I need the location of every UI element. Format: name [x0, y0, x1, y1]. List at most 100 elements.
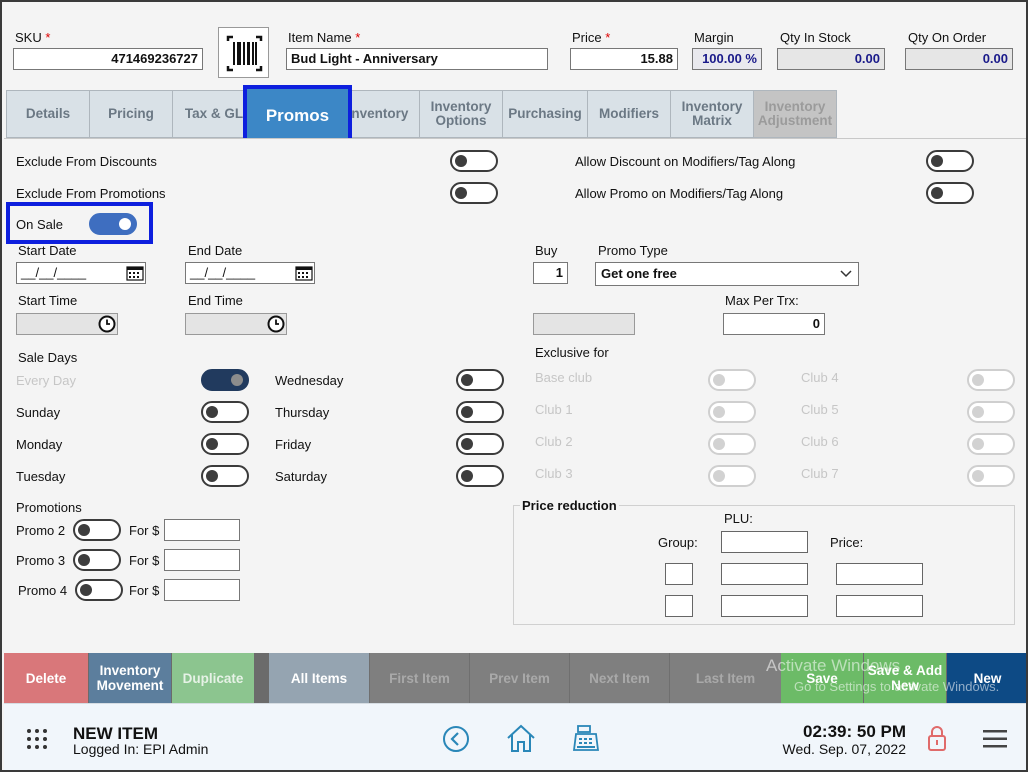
wednesday-toggle[interactable] [456, 369, 504, 391]
duplicate-button[interactable]: Duplicate [172, 653, 254, 703]
exclude-discounts-label: Exclude From Discounts [16, 154, 157, 169]
tab-inventory-matrix[interactable]: Inventory Matrix [670, 90, 754, 138]
price-input-2[interactable] [836, 595, 923, 617]
tab-pricing[interactable]: Pricing [89, 90, 173, 138]
tab-inventory-options[interactable]: Inventory Options [419, 90, 503, 138]
promo-2-toggle[interactable] [73, 519, 121, 541]
monday-label: Monday [16, 437, 63, 452]
promo-3-toggle[interactable] [73, 549, 121, 571]
activate-windows-watermark: Activate Windows [766, 656, 901, 675]
promo-2-label: Promo 2 [16, 523, 66, 538]
club-2-label: Club 2 [535, 434, 573, 449]
exclude-promotions-label: Exclude From Promotions [16, 186, 166, 201]
club-1-toggle[interactable] [708, 401, 756, 423]
tuesday-toggle[interactable] [201, 465, 249, 487]
saturday-label: Saturday [275, 469, 328, 484]
price-input[interactable]: 15.88 [570, 48, 678, 70]
inventory-movement-button[interactable]: Inventory Movement [89, 653, 171, 703]
first-item-button[interactable]: First Item [369, 653, 469, 703]
promo-4-toggle[interactable] [75, 579, 123, 601]
exclude-discounts-toggle[interactable] [450, 150, 498, 172]
home-icon[interactable] [505, 723, 537, 753]
start-date-label: Start Date [18, 243, 77, 258]
promo-4-for-label: For $ [129, 583, 160, 598]
thursday-toggle[interactable] [456, 401, 504, 423]
promo-3-price-input[interactable] [164, 549, 240, 571]
exclude-promotions-toggle[interactable] [450, 182, 498, 204]
tab-inventory-adjustment[interactable]: Inventory Adjustment [753, 90, 837, 138]
group-label: Group: [658, 535, 698, 550]
price-reduction-label: Price reduction [520, 498, 619, 513]
hamburger-menu-icon[interactable] [982, 728, 1008, 750]
club-7-label: Club 7 [801, 466, 839, 481]
sku-input[interactable]: 471469236727 [13, 48, 203, 70]
promo-4-label: Promo 4 [18, 583, 68, 598]
barcode-scan-button[interactable] [218, 27, 269, 78]
item-name-label: Item Name * [288, 30, 361, 45]
group-input-1[interactable] [665, 563, 693, 585]
promo-type-select[interactable]: Get one free [595, 262, 859, 286]
every-day-label: Every Day [16, 373, 76, 388]
friday-label: Friday [275, 437, 312, 452]
calendar-icon[interactable] [295, 265, 313, 281]
promo-2-price-input[interactable] [164, 519, 240, 541]
chevron-down-icon [840, 270, 852, 278]
tab-purchasing[interactable]: Purchasing [502, 90, 588, 138]
club-5-toggle[interactable] [967, 401, 1015, 423]
allow-promo-mod-label: Allow Promo on Modifiers/Tag Along [575, 186, 784, 201]
monday-toggle[interactable] [201, 433, 249, 455]
end-date-label: End Date [188, 243, 243, 258]
tab-details[interactable]: Details [6, 90, 90, 138]
delete-button[interactable]: Delete [4, 653, 88, 703]
sale-days-label: Sale Days [18, 350, 78, 365]
cash-register-icon[interactable] [571, 723, 601, 753]
activate-windows-watermark-sub: Go to Settings to activate Windows. [794, 679, 1000, 694]
sku-label: SKU * [15, 30, 51, 45]
every-day-toggle[interactable] [201, 369, 249, 391]
qty-stock-label: Qty In Stock [780, 30, 851, 45]
barcode-icon [226, 35, 263, 72]
base-club-toggle[interactable] [708, 369, 756, 391]
club-3-toggle[interactable] [708, 465, 756, 487]
max-per-trx-input[interactable]: 0 [723, 313, 825, 335]
start-time-label: Start Time [18, 293, 78, 308]
price-input-1[interactable] [836, 563, 923, 585]
footer-bar: NEW ITEM Logged In: EPI Admin 02:39: 50 … [4, 703, 1026, 770]
group-input-2[interactable] [665, 595, 693, 617]
club-4-toggle[interactable] [967, 369, 1015, 391]
plu-input-1[interactable] [721, 531, 808, 553]
lock-icon[interactable] [926, 724, 948, 752]
back-icon[interactable] [442, 725, 470, 753]
thursday-label: Thursday [275, 405, 330, 420]
friday-toggle[interactable] [456, 433, 504, 455]
tab-modifiers[interactable]: Modifiers [587, 90, 671, 138]
allow-promo-mod-toggle[interactable] [926, 182, 974, 204]
all-items-button[interactable]: All Items [269, 653, 369, 703]
grid-menu-icon[interactable] [26, 728, 48, 750]
clock-icon[interactable] [98, 315, 116, 333]
item-name-input[interactable]: Bud Light - Anniversary [286, 48, 548, 70]
qty-order-label: Qty On Order [908, 30, 987, 45]
allow-discount-mod-label: Allow Discount on Modifiers/Tag Along [575, 154, 796, 169]
buy-input[interactable]: 1 [533, 262, 568, 284]
tuesday-label: Tuesday [16, 469, 66, 484]
next-item-button[interactable]: Next Item [569, 653, 669, 703]
sunday-toggle[interactable] [201, 401, 249, 423]
new-button[interactable]: New [947, 653, 1026, 703]
saturday-toggle[interactable] [456, 465, 504, 487]
club-7-toggle[interactable] [967, 465, 1015, 487]
on-sale-toggle[interactable] [89, 213, 137, 235]
club-2-toggle[interactable] [708, 433, 756, 455]
calendar-icon[interactable] [126, 265, 144, 281]
club-6-toggle[interactable] [967, 433, 1015, 455]
promo-3-for-label: For $ [129, 553, 160, 568]
last-item-button[interactable]: Last Item [669, 653, 781, 703]
prev-item-button[interactable]: Prev Item [469, 653, 569, 703]
clock-icon[interactable] [267, 315, 285, 333]
qty-order-value: 0.00 [905, 48, 1013, 70]
plu-input-2[interactable] [721, 563, 808, 585]
promo-4-price-input[interactable] [164, 579, 240, 601]
plu-label: PLU: [724, 511, 753, 526]
allow-discount-mod-toggle[interactable] [926, 150, 974, 172]
plu-input-3[interactable] [721, 595, 808, 617]
